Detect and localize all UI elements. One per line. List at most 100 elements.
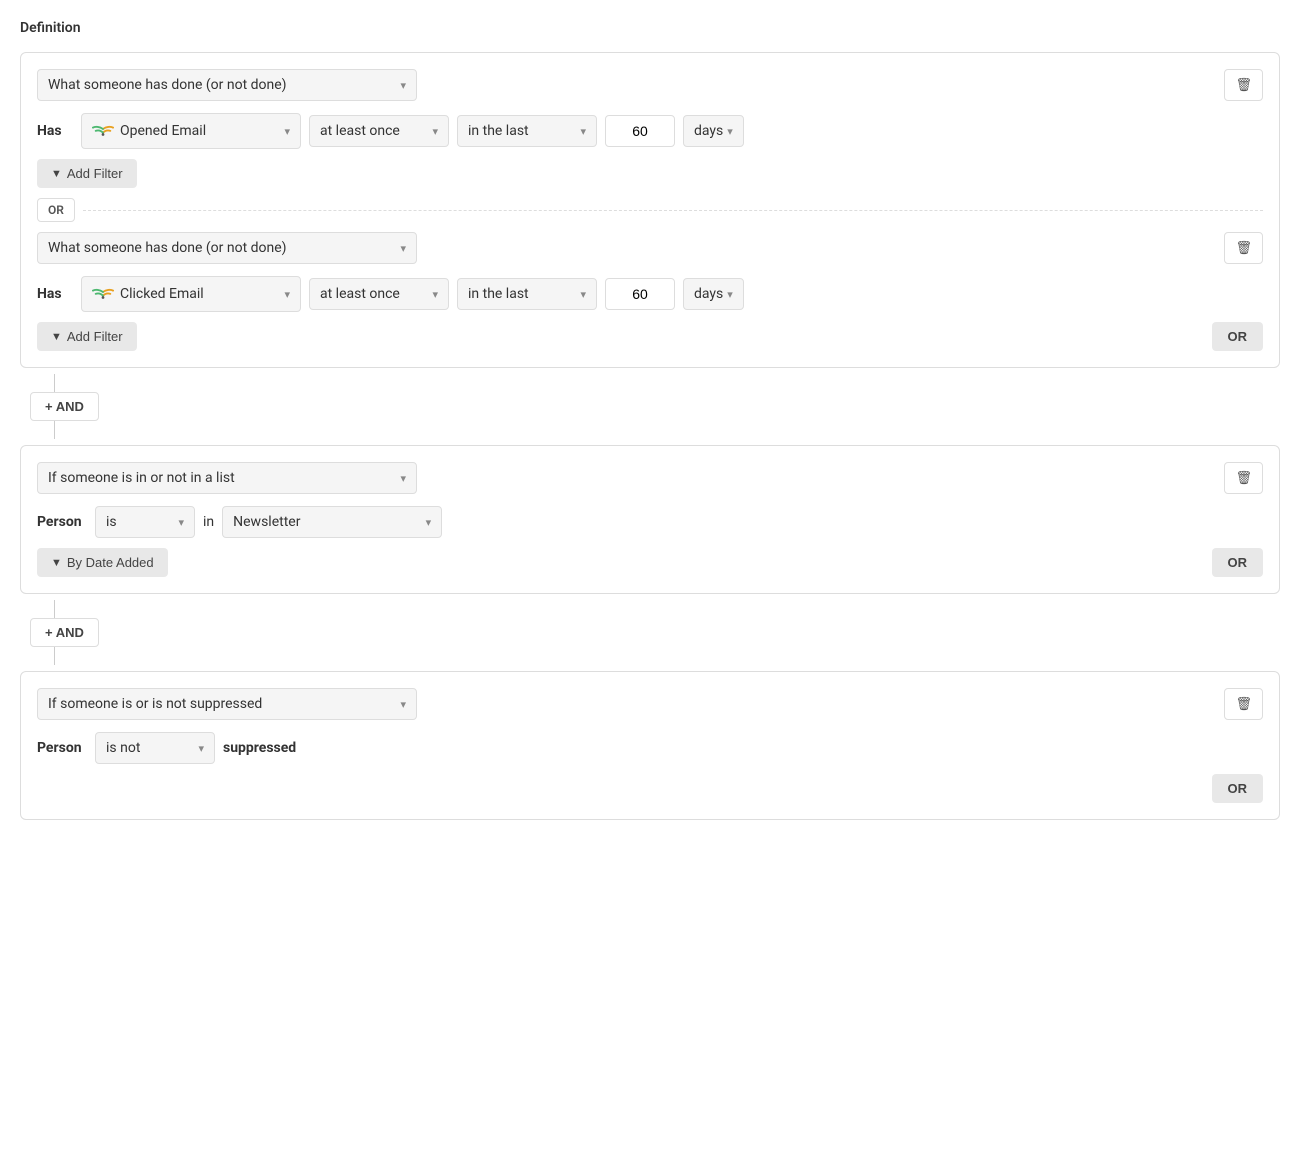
frequency-label-1: at least once: [320, 123, 400, 139]
bottom-row-1: ▼ Add Filter OR: [37, 322, 1263, 351]
list-value-label-1: Newsletter: [233, 514, 300, 530]
person-condition-select-2[interactable]: is not ▾: [95, 732, 215, 764]
condition-type-select-1[interactable]: What someone has done (or not done) ▾: [37, 69, 417, 101]
action-select-2[interactable]: Clicked Email ▾: [81, 276, 301, 312]
time-filter-label-1: in the last: [468, 123, 529, 139]
frequency-chevron-1: ▾: [432, 125, 438, 138]
condition-type-label-4: If someone is or is not suppressed: [48, 696, 262, 712]
or-line-1: [83, 210, 1263, 211]
condition-header-3: If someone is in or not in a list ▾ 🗑: [37, 462, 1263, 494]
add-filter-button-1[interactable]: ▼ Add Filter: [37, 159, 137, 188]
days-value-input-1[interactable]: [605, 115, 675, 147]
list-value-chevron-1: ▾: [426, 516, 432, 529]
condition-type-label-3: If someone is in or not in a list: [48, 470, 235, 486]
delete-icon-1: 🗑: [1235, 77, 1252, 92]
unit-chevron-1: ▾: [727, 125, 733, 138]
delete-button-4[interactable]: 🗑: [1224, 688, 1263, 720]
bottom-row-3: OR: [37, 774, 1263, 803]
time-filter-label-2: in the last: [468, 286, 529, 302]
email-opened-icon: [92, 121, 114, 141]
chevron-down-icon-2: ▾: [400, 242, 406, 255]
delete-button-1[interactable]: 🗑: [1224, 69, 1263, 101]
person-row-1: Person is ▾ in Newsletter ▾: [37, 506, 1263, 538]
condition-type-select-2[interactable]: What someone has done (or not done) ▾: [37, 232, 417, 264]
delete-icon-2: 🗑: [1235, 240, 1252, 255]
time-filter-chevron-2: ▾: [580, 288, 586, 301]
condition-header-2: What someone has done (or not done) ▾ 🗑: [37, 232, 1263, 264]
time-filter-select-1[interactable]: in the last ▾: [457, 115, 597, 147]
frequency-chevron-2: ▾: [432, 288, 438, 301]
frequency-label-2: at least once: [320, 286, 400, 302]
list-value-select-1[interactable]: Newsletter ▾: [222, 506, 442, 538]
add-filter-label-1: Add Filter: [67, 166, 123, 181]
person-condition-label-1: is: [106, 514, 117, 530]
action-select-1[interactable]: Opened Email ▾: [81, 113, 301, 149]
has-row-1: Has Opened Email ▾ at least once ▾ in th…: [37, 113, 1263, 149]
condition-block-3: If someone is or is not suppressed ▾ 🗑 P…: [20, 671, 1280, 820]
filter-icon-3: ▼: [51, 557, 62, 569]
unit-label-2: days: [694, 286, 723, 302]
delete-icon-3: 🗑: [1235, 470, 1252, 485]
and-button-2[interactable]: + AND: [30, 618, 99, 647]
and-vertical-line-2: [54, 600, 55, 618]
filter-icon-1: ▼: [51, 168, 62, 180]
unit-chevron-2: ▾: [727, 288, 733, 301]
delete-button-3[interactable]: 🗑: [1224, 462, 1263, 494]
person-label-1: Person: [37, 514, 87, 530]
unit-select-2[interactable]: days ▾: [683, 278, 744, 310]
condition-header-4: If someone is or is not suppressed ▾ 🗑: [37, 688, 1263, 720]
filter-icon-2: ▼: [51, 331, 62, 343]
action-chevron-1: ▾: [284, 125, 290, 138]
has-label-1: Has: [37, 123, 73, 139]
and-vertical-line-1: [54, 374, 55, 392]
email-clicked-icon: [92, 284, 114, 304]
by-date-added-button[interactable]: ▼ By Date Added: [37, 548, 168, 577]
frequency-select-2[interactable]: at least once ▾: [309, 278, 449, 310]
chevron-down-icon-1: ▾: [400, 79, 406, 92]
or-button-1[interactable]: OR: [1212, 322, 1264, 351]
page-title: Definition: [20, 20, 1280, 36]
by-date-added-label: By Date Added: [67, 555, 154, 570]
delete-icon-4: 🗑: [1235, 696, 1252, 711]
delete-button-2[interactable]: 🗑: [1224, 232, 1263, 264]
or-badge-1: OR: [37, 198, 75, 222]
person-label-2: Person: [37, 740, 87, 756]
bottom-row-2: ▼ By Date Added OR: [37, 548, 1263, 577]
condition-type-select-4[interactable]: If someone is or is not suppressed ▾: [37, 688, 417, 720]
condition-block-2: If someone is in or not in a list ▾ 🗑 Pe…: [20, 445, 1280, 594]
in-label-1: in: [203, 514, 214, 530]
days-value-input-2[interactable]: [605, 278, 675, 310]
person-row-2: Person is not ▾ suppressed: [37, 732, 1263, 764]
chevron-down-icon-3: ▾: [400, 472, 406, 485]
condition-type-label-1: What someone has done (or not done): [48, 77, 287, 93]
chevron-down-icon-4: ▾: [400, 698, 406, 711]
and-vertical-line-1b: [54, 421, 55, 439]
and-connector-2: + AND: [20, 600, 1280, 665]
suppressed-label-1: suppressed: [223, 740, 296, 756]
unit-label-1: days: [694, 123, 723, 139]
add-filter-label-2: Add Filter: [67, 329, 123, 344]
condition-type-select-3[interactable]: If someone is in or not in a list ▾: [37, 462, 417, 494]
condition-type-label-2: What someone has done (or not done): [48, 240, 287, 256]
has-row-2: Has Clicked Email ▾ at least once ▾ in t…: [37, 276, 1263, 312]
and-vertical-line-2b: [54, 647, 55, 665]
person-condition-label-2: is not: [106, 740, 140, 756]
person-condition-chevron-1: ▾: [178, 516, 184, 529]
or-button-2[interactable]: OR: [1212, 548, 1264, 577]
time-filter-select-2[interactable]: in the last ▾: [457, 278, 597, 310]
and-connector-1: + AND: [20, 374, 1280, 439]
action-chevron-2: ▾: [284, 288, 290, 301]
action-label-1: Opened Email: [120, 123, 206, 139]
add-filter-row-1: ▼ Add Filter: [37, 159, 1263, 188]
time-filter-chevron-1: ▾: [580, 125, 586, 138]
add-filter-button-2[interactable]: ▼ Add Filter: [37, 322, 137, 351]
condition-header-1: What someone has done (or not done) ▾ 🗑: [37, 69, 1263, 101]
frequency-select-1[interactable]: at least once ▾: [309, 115, 449, 147]
person-condition-chevron-2: ▾: [198, 742, 204, 755]
unit-select-1[interactable]: days ▾: [683, 115, 744, 147]
has-label-2: Has: [37, 286, 73, 302]
and-button-1[interactable]: + AND: [30, 392, 99, 421]
or-button-3[interactable]: OR: [1212, 774, 1264, 803]
person-condition-select-1[interactable]: is ▾: [95, 506, 195, 538]
condition-block-1: What someone has done (or not done) ▾ 🗑 …: [20, 52, 1280, 368]
